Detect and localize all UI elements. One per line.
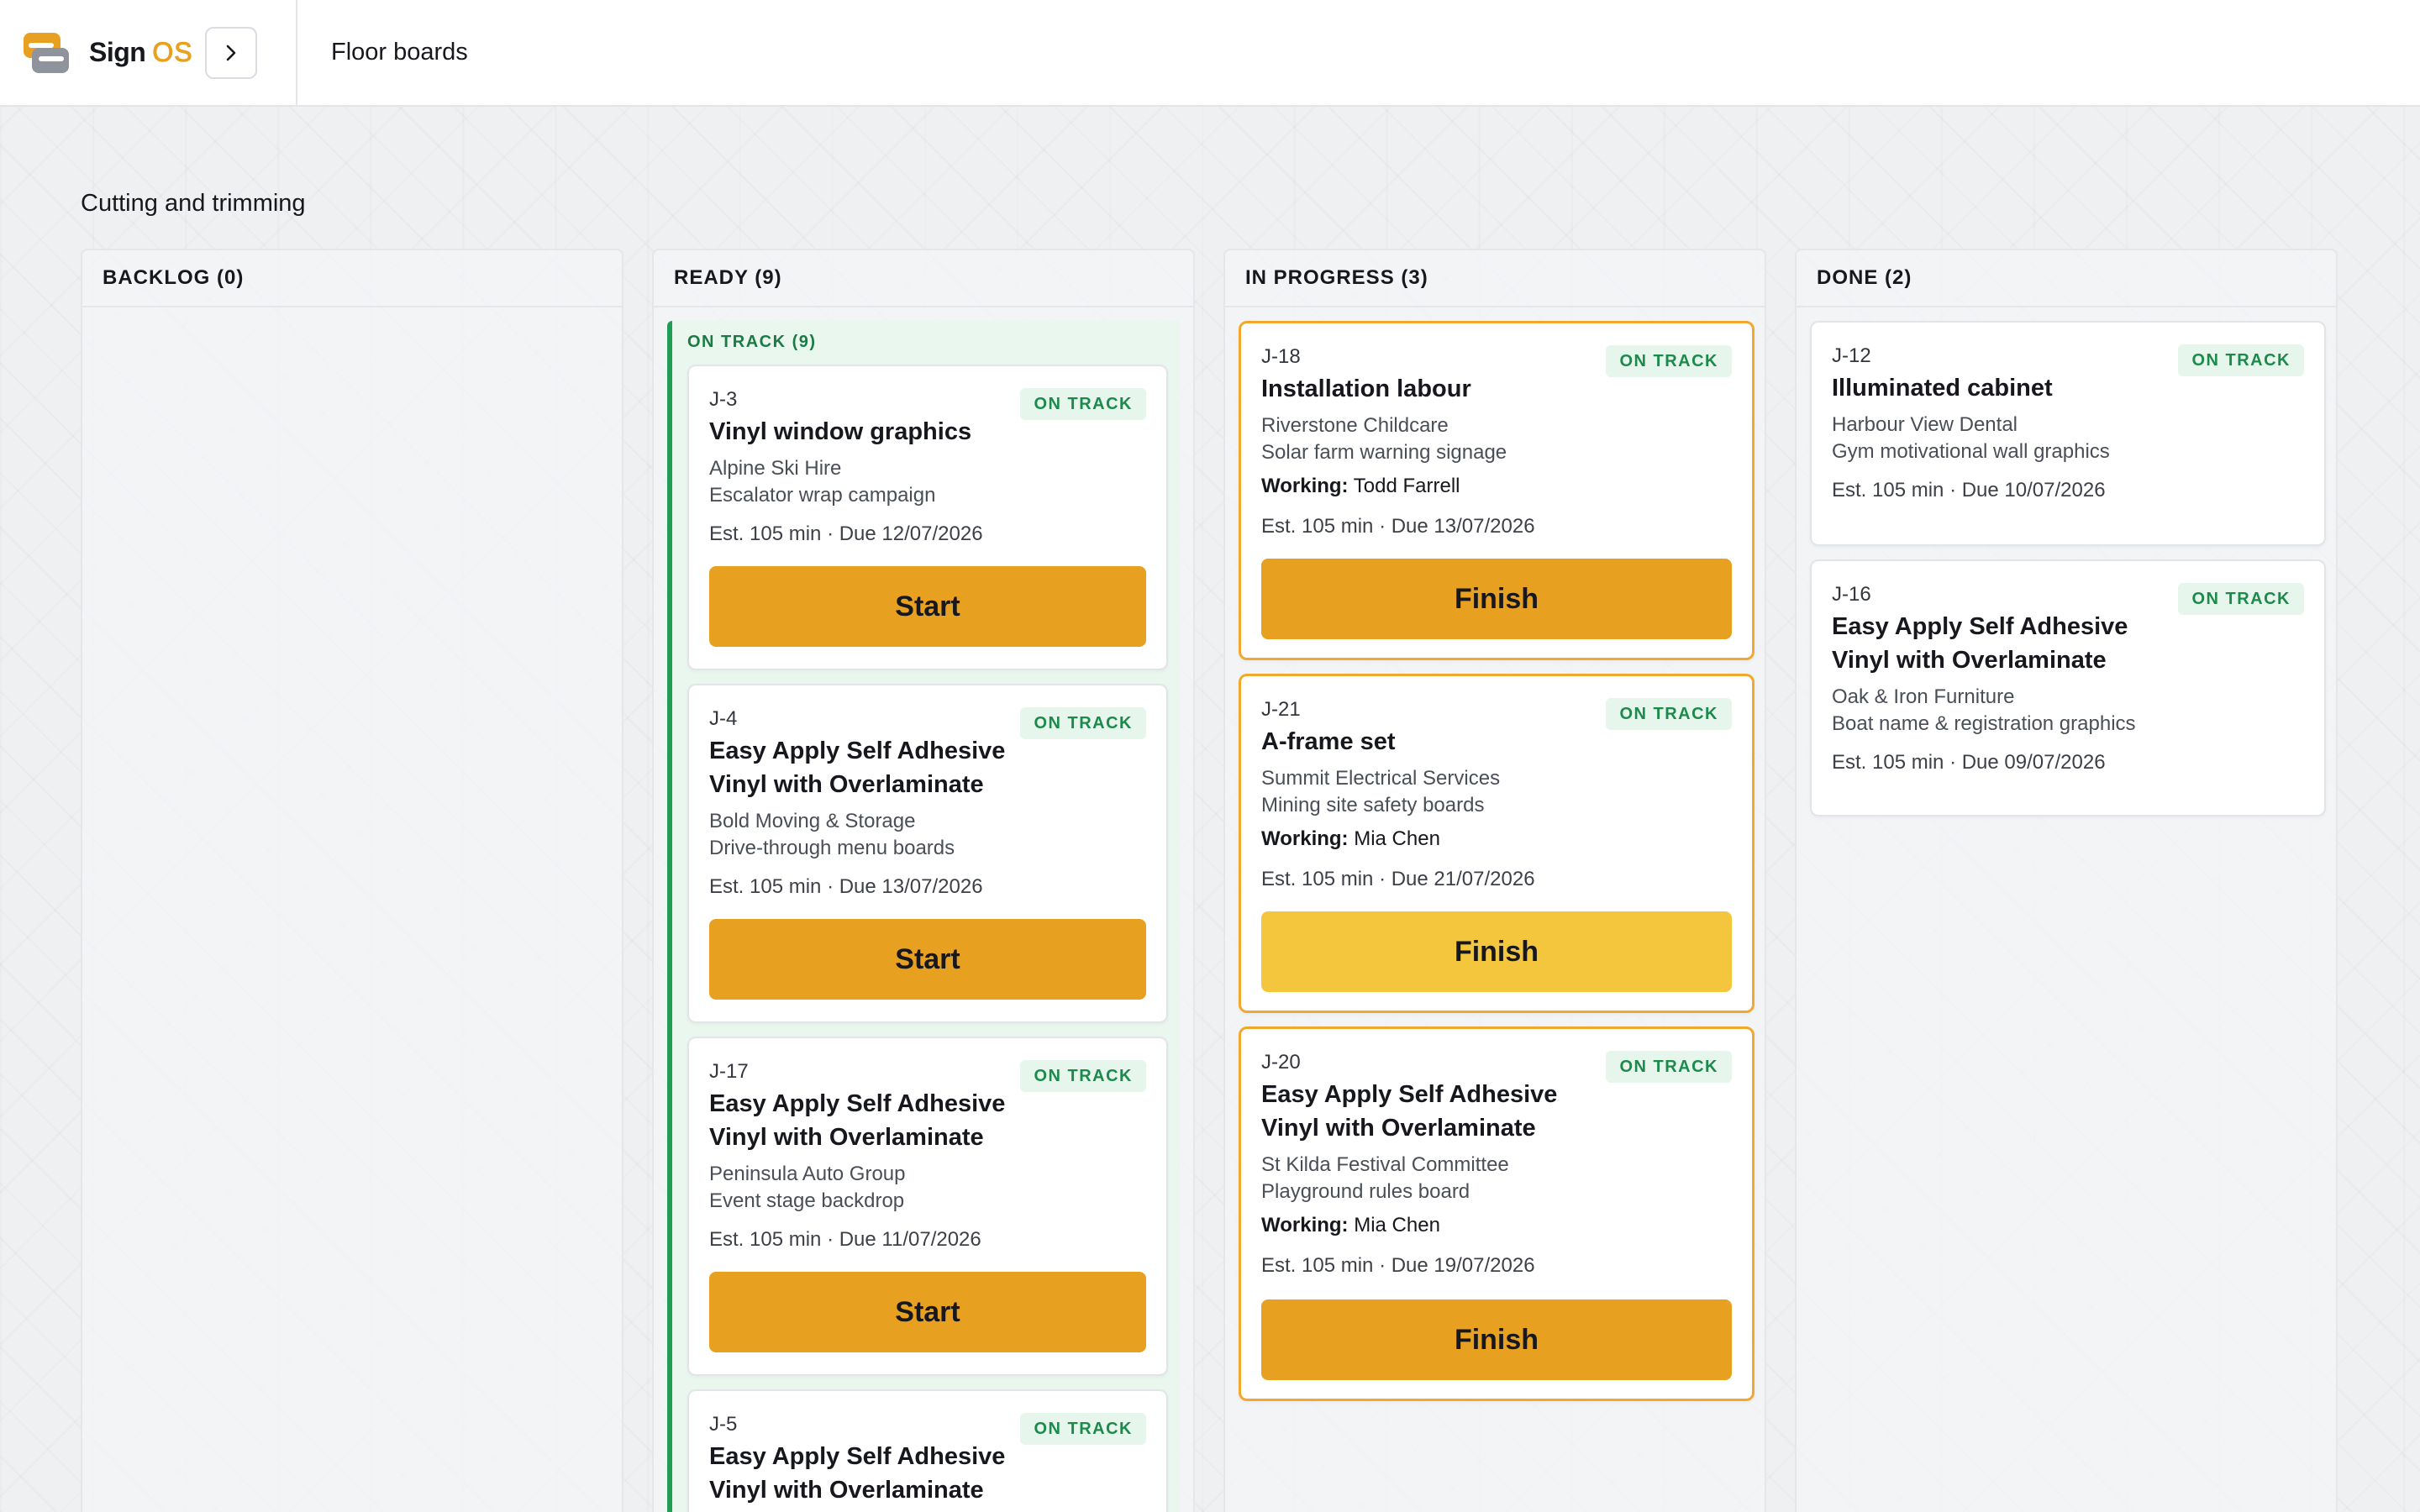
job-customer: Riverstone Childcare — [1261, 414, 1449, 437]
job-worker: Working: Mia Chen — [1261, 827, 1440, 850]
chevron-right-icon — [226, 45, 235, 60]
job-id: J-18 — [1261, 345, 1301, 368]
column-in-progress: IN PROGRESS (3) J-18 ON TRACK Installati… — [1223, 249, 1766, 1512]
job-customer: St Kilda Festival Committee — [1261, 1153, 1509, 1176]
finish-button[interactable]: Finish — [1261, 1299, 1732, 1380]
status-badge: ON TRACK — [1606, 1051, 1732, 1083]
brand-suffix: OS — [152, 37, 193, 68]
page-title: Floor boards — [331, 39, 468, 66]
job-estimate: Est. 105 min · Due 13/07/2026 — [1261, 515, 1535, 538]
job-title: Easy Apply Self Adhesive Vinyl with Over… — [709, 1090, 1006, 1151]
job-card[interactable]: J-3 ON TRACK Vinyl window graphics Alpin… — [687, 365, 1168, 670]
status-badge: ON TRACK — [2178, 583, 2304, 615]
job-customer: Oak & Iron Furniture — [1832, 685, 2015, 708]
brand-name: Sign — [89, 37, 146, 67]
job-estimate: Est. 105 min · Due 09/07/2026 — [1832, 751, 2106, 774]
job-card[interactable]: J-21 ON TRACK A-frame set Summit Electri… — [1239, 674, 1754, 1013]
job-card[interactable]: J-16 ON TRACK Easy Apply Self Adhesive V… — [1810, 559, 2326, 816]
job-customer: Alpine Ski Hire — [709, 457, 842, 480]
job-title: Easy Apply Self Adhesive Vinyl with Over… — [709, 738, 1006, 798]
column-ready: READY (9) ON TRACK (9) J-3 ON TRACK Viny… — [652, 249, 1195, 1512]
job-id: J-17 — [709, 1060, 749, 1083]
job-id: J-3 — [709, 388, 738, 411]
job-project: Gym motivational wall graphics — [1832, 440, 2110, 463]
job-title: Easy Apply Self Adhesive Vinyl with Over… — [1832, 613, 2128, 674]
finish-button[interactable]: Finish — [1261, 559, 1732, 639]
job-card[interactable]: J-17 ON TRACK Easy Apply Self Adhesive V… — [687, 1037, 1168, 1376]
job-card[interactable]: J-4 ON TRACK Easy Apply Self Adhesive Vi… — [687, 684, 1168, 1023]
start-button[interactable]: Start — [709, 566, 1146, 647]
job-id: J-12 — [1832, 344, 1871, 367]
section-title: Cutting and trimming — [81, 190, 306, 217]
job-worker: Working: Todd Farrell — [1261, 475, 1460, 497]
job-title: Illuminated cabinet — [1832, 375, 2053, 402]
job-id: J-21 — [1261, 698, 1301, 721]
job-estimate: Est. 105 min · Due 13/07/2026 — [709, 875, 983, 898]
sidebar-toggle-button[interactable] — [204, 26, 257, 79]
brand[interactable]: Sign OS — [0, 0, 297, 106]
job-project: Mining site safety boards — [1261, 794, 1485, 816]
job-title: Installation labour — [1261, 375, 1471, 402]
start-button[interactable]: Start — [709, 919, 1146, 1000]
status-badge: ON TRACK — [1606, 698, 1732, 730]
column-header: DONE (2) — [1797, 250, 2336, 307]
column-backlog: BACKLOG (0) — [81, 249, 623, 1512]
job-estimate: Est. 105 min · Due 10/07/2026 — [1832, 479, 2106, 501]
job-id: J-16 — [1832, 583, 1871, 606]
job-estimate: Est. 105 min · Due 21/07/2026 — [1261, 868, 1535, 890]
top-bar: Sign OS Floor boards — [0, 0, 2420, 107]
job-estimate: Est. 105 min · Due 12/07/2026 — [709, 522, 983, 545]
job-card[interactable]: J-20 ON TRACK Easy Apply Self Adhesive V… — [1239, 1026, 1754, 1401]
job-title: Easy Apply Self Adhesive Vinyl with Over… — [1261, 1081, 1558, 1142]
job-card[interactable]: J-5 ON TRACK Easy Apply Self Adhesive Vi… — [687, 1389, 1168, 1512]
job-card[interactable]: J-12 ON TRACK Illuminated cabinet Harbou… — [1810, 321, 2326, 546]
job-project: Playground rules board — [1261, 1180, 1470, 1203]
job-id: J-20 — [1261, 1051, 1301, 1074]
job-card[interactable]: J-18 ON TRACK Installation labour Rivers… — [1239, 321, 1754, 660]
start-button[interactable]: Start — [709, 1272, 1146, 1352]
status-badge: ON TRACK — [2178, 344, 2304, 376]
column-header: IN PROGRESS (3) — [1225, 250, 1765, 307]
job-customer: Peninsula Auto Group — [709, 1163, 906, 1185]
job-customer: Bold Moving & Storage — [709, 810, 916, 832]
column-header: READY (9) — [654, 250, 1193, 307]
job-project: Drive-through menu boards — [709, 837, 955, 859]
job-project: Escalator wrap campaign — [709, 484, 936, 507]
job-id: J-5 — [709, 1413, 738, 1436]
status-group-on-track: ON TRACK (9) J-3 ON TRACK Vinyl window g… — [667, 321, 1180, 1512]
job-title: Easy Apply Self Adhesive Vinyl with Over… — [709, 1443, 1006, 1504]
job-estimate: Est. 105 min · Due 19/07/2026 — [1261, 1254, 1535, 1277]
job-id: J-4 — [709, 707, 738, 730]
job-project: Event stage backdrop — [709, 1189, 905, 1212]
column-header: BACKLOG (0) — [82, 250, 622, 307]
job-customer: Harbour View Dental — [1832, 413, 2018, 436]
job-title: Vinyl window graphics — [709, 418, 972, 445]
job-project: Solar farm warning signage — [1261, 441, 1507, 464]
sign-os-logo — [24, 32, 69, 73]
job-worker: Working: Mia Chen — [1261, 1214, 1440, 1236]
finish-button[interactable]: Finish — [1261, 911, 1732, 992]
column-done: DONE (2) J-12 ON TRACK Illuminated cabin… — [1795, 249, 2338, 1512]
job-title: A-frame set — [1261, 728, 1396, 755]
status-badge: ON TRACK — [1606, 345, 1732, 377]
group-header: ON TRACK (9) — [687, 333, 817, 351]
job-customer: Summit Electrical Services — [1261, 767, 1501, 790]
job-project: Boat name & registration graphics — [1832, 712, 2136, 735]
job-estimate: Est. 105 min · Due 11/07/2026 — [709, 1228, 981, 1251]
